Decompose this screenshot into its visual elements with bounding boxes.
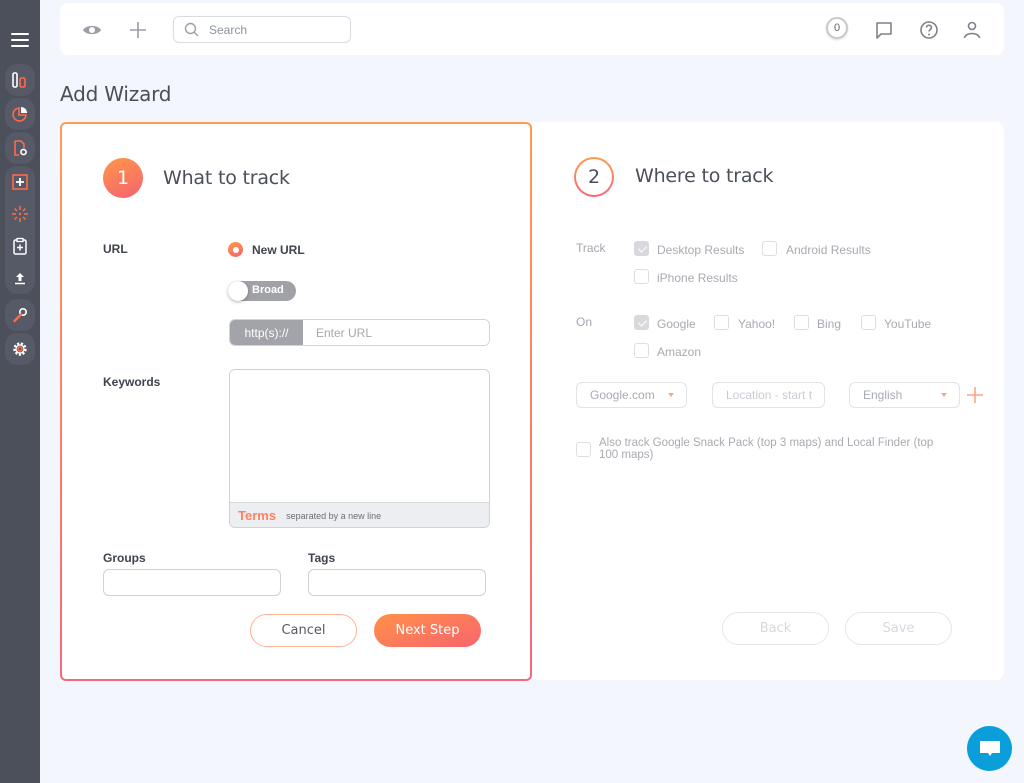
- sidebar-group-5: [5, 299, 35, 331]
- user-icon[interactable]: [961, 19, 983, 41]
- android-results-label: Android Results: [786, 243, 871, 257]
- pie-chart-icon: [12, 107, 27, 122]
- desktop-results-checkbox[interactable]: [634, 241, 649, 256]
- back-button[interactable]: Back: [722, 612, 829, 645]
- eye-icon[interactable]: [81, 19, 103, 41]
- broad-toggle-label: Broad: [252, 284, 284, 296]
- toggle-knob: [228, 281, 248, 301]
- new-url-radio[interactable]: [228, 242, 243, 257]
- step2-panel: 2 Where to track Track Desktop Results A…: [530, 122, 1004, 680]
- chat-bubble-icon[interactable]: [873, 19, 895, 41]
- url-label: URL: [103, 242, 128, 256]
- sidebar-item-discover[interactable]: [5, 198, 35, 230]
- groups-input[interactable]: [103, 569, 281, 596]
- google-checkbox[interactable]: [634, 315, 649, 330]
- url-input-group: http(s)://: [229, 319, 490, 346]
- sidebar-group-1: [5, 64, 35, 96]
- step2-title: Where to track: [635, 165, 774, 187]
- notifications-badge[interactable]: 0: [826, 17, 848, 39]
- yahoo-checkbox[interactable]: [714, 315, 729, 330]
- iphone-results-checkbox[interactable]: [634, 269, 649, 284]
- sidebar-item-upload[interactable]: [5, 262, 35, 294]
- track-label: Track: [576, 241, 606, 255]
- bars-icon: [12, 72, 26, 88]
- gear-icon: [13, 342, 27, 356]
- sidebar-item-add-clipboard[interactable]: [5, 230, 35, 262]
- keywords-footer: Terms separated by a new line: [230, 502, 489, 527]
- add-location-plus-icon[interactable]: [966, 382, 984, 408]
- top-bar: 0: [60, 3, 1004, 55]
- sidebar-group-2: [5, 98, 35, 130]
- caret-down-icon: [668, 393, 674, 397]
- snack-pack-checkbox[interactable]: [576, 442, 591, 457]
- new-url-label: New URL: [252, 243, 305, 257]
- page-title: Add Wizard: [60, 82, 172, 106]
- wrench-icon: [13, 307, 28, 323]
- domain-select-value: Google.com: [590, 388, 655, 402]
- step2-number: 2: [574, 157, 614, 197]
- location-input[interactable]: [712, 382, 825, 408]
- broad-toggle[interactable]: Broad: [228, 281, 296, 301]
- help-icon[interactable]: [918, 19, 940, 41]
- amazon-checkbox[interactable]: [634, 343, 649, 358]
- desktop-results-label: Desktop Results: [657, 243, 745, 257]
- sidebar-item-dashboard[interactable]: [5, 64, 35, 96]
- terms-hint: separated by a new line: [286, 511, 382, 521]
- on-label: On: [576, 315, 593, 329]
- language-select-value: English: [863, 388, 903, 402]
- chat-icon: [979, 740, 1000, 756]
- sidebar-item-settings[interactable]: [5, 333, 35, 365]
- youtube-checkbox[interactable]: [861, 315, 876, 330]
- chat-widget-button[interactable]: [967, 726, 1012, 771]
- sidebar-item-tools[interactable]: [5, 299, 35, 331]
- plus-icon[interactable]: [127, 19, 149, 41]
- next-step-button[interactable]: Next Step: [374, 614, 481, 647]
- step1-number: 1: [103, 158, 143, 198]
- upload-icon: [15, 273, 25, 285]
- google-label: Google: [657, 317, 696, 331]
- sidebar-group-4: [5, 166, 35, 294]
- android-results-checkbox[interactable]: [762, 241, 777, 256]
- sidebar: [0, 0, 40, 783]
- keywords-box: 1 Terms separated by a new line: [229, 369, 490, 528]
- amazon-label: Amazon: [657, 345, 702, 359]
- sidebar-item-file-settings[interactable]: [5, 132, 35, 164]
- language-select[interactable]: English: [849, 382, 960, 408]
- groups-label: Groups: [103, 551, 146, 565]
- tags-input[interactable]: [308, 569, 486, 596]
- step1-panel: 1 What to track URL New URL Broad http(s…: [60, 122, 532, 681]
- bing-label: Bing: [817, 317, 842, 331]
- menu-icon[interactable]: [11, 33, 29, 47]
- bing-checkbox[interactable]: [794, 315, 809, 330]
- domain-select[interactable]: Google.com: [576, 382, 687, 408]
- clipboard-plus-icon: [13, 237, 27, 255]
- search-box[interactable]: [173, 16, 351, 43]
- search-icon: [184, 22, 199, 37]
- sidebar-item-reports[interactable]: [5, 98, 35, 130]
- terms-label: Terms: [238, 507, 277, 523]
- yahoo-label: Yahoo!: [738, 317, 776, 331]
- file-gear-icon: [14, 140, 27, 156]
- cancel-button[interactable]: Cancel: [250, 614, 357, 647]
- url-protocol-prefix: http(s)://: [230, 320, 303, 345]
- tags-label: Tags: [308, 551, 336, 565]
- snack-pack-label: Also track Google Snack Pack (top 3 maps…: [599, 437, 934, 461]
- sidebar-group-3: [5, 132, 35, 164]
- youtube-label: YouTube: [884, 317, 932, 331]
- keywords-label: Keywords: [103, 375, 161, 389]
- save-button[interactable]: Save: [845, 612, 952, 645]
- step1-title: What to track: [163, 167, 290, 189]
- sparkle-icon: [12, 206, 28, 222]
- iphone-results-label: iPhone Results: [657, 271, 738, 285]
- caret-down-icon: [941, 393, 947, 397]
- sidebar-item-add[interactable]: [5, 166, 35, 198]
- sidebar-group-6: [5, 333, 35, 365]
- url-input[interactable]: [303, 320, 489, 345]
- keywords-textarea[interactable]: [230, 370, 489, 502]
- search-input[interactable]: [209, 22, 339, 37]
- plus-square-icon: [12, 174, 28, 190]
